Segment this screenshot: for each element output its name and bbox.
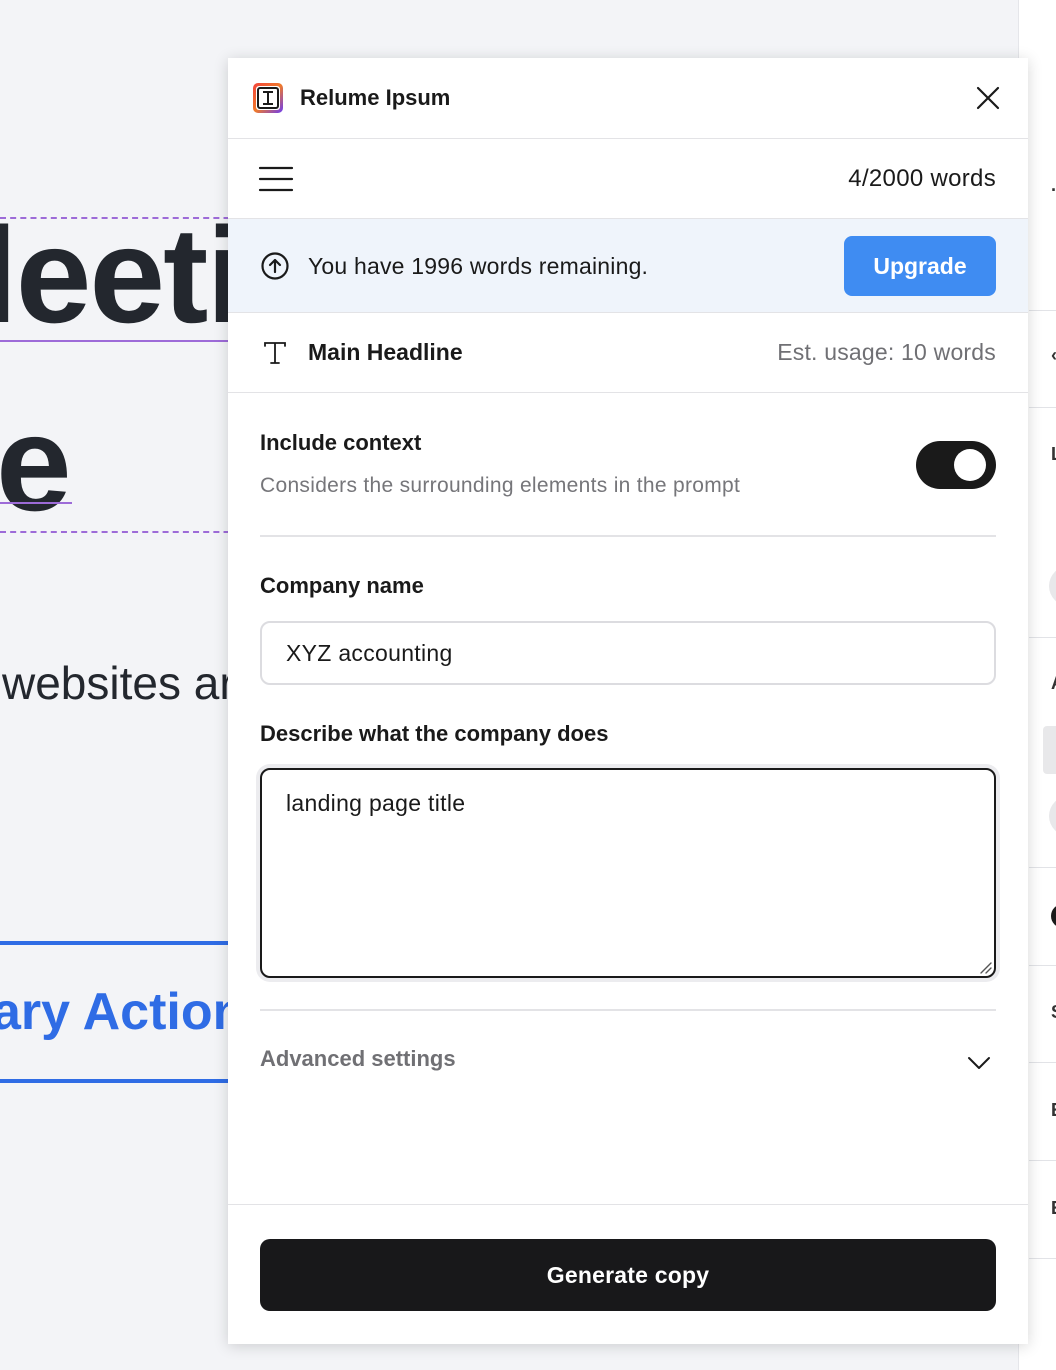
panel-align-chip[interactable] [1043, 726, 1056, 774]
word-count: 4/2000 words [848, 165, 996, 192]
panel-divider [1029, 867, 1056, 868]
company-description-textarea[interactable]: landing page title [260, 768, 996, 978]
toggle-knob [954, 449, 986, 481]
company-name-label: Company name [260, 573, 424, 598]
panel-glyph: L [1051, 444, 1056, 465]
company-name-input[interactable] [260, 621, 996, 685]
close-icon[interactable] [972, 82, 1004, 114]
hamburger-menu-icon[interactable] [258, 164, 294, 194]
section-divider [260, 535, 996, 537]
section-divider [260, 1009, 996, 1011]
panel-divider [1029, 1062, 1056, 1063]
panel-divider [1029, 965, 1056, 966]
dialog-title-bar: Relume Ipsum [228, 58, 1028, 139]
dialog-footer: Generate copy [228, 1204, 1028, 1344]
panel-color-swatch[interactable] [1049, 796, 1056, 836]
words-remaining-text: You have 1996 words remaining. [308, 253, 649, 279]
panel-divider [1029, 1258, 1056, 1259]
canvas-heading-line1[interactable]: leeti [0, 200, 244, 350]
upgrade-button[interactable]: Upgrade [844, 236, 996, 296]
panel-divider [1029, 1160, 1056, 1161]
include-context-title: Include context [260, 430, 422, 455]
panel-divider [1029, 637, 1056, 638]
text-type-icon [264, 342, 286, 364]
dialog-title: Relume Ipsum [300, 85, 451, 110]
canvas-heading-line2[interactable]: e [0, 388, 72, 538]
canvas-text-underline [0, 502, 72, 504]
panel-color-swatch[interactable] [1049, 566, 1056, 606]
panel-glyph: E [1051, 1100, 1056, 1121]
selected-element-row: Main Headline Est. usage: 10 words [228, 313, 1028, 393]
element-type-label: Main Headline [308, 339, 463, 365]
include-context-description: Considers the surrounding elements in th… [260, 474, 741, 497]
relume-ipsum-dialog: Relume Ipsum 4/2000 words You have 1996 … [228, 58, 1028, 1344]
generate-copy-button[interactable]: Generate copy [260, 1239, 996, 1311]
dialog-toolbar: 4/2000 words [228, 139, 1028, 219]
words-remaining-banner: You have 1996 words remaining. Upgrade [228, 219, 1028, 313]
canvas-text-underline [0, 340, 230, 342]
estimated-usage: Est. usage: 10 words [777, 339, 996, 365]
panel-glyph: ‹ [1051, 345, 1056, 366]
panel-glyph: · [1051, 180, 1056, 201]
advanced-settings-toggle[interactable]: Advanced settings [260, 1040, 996, 1084]
panel-divider [1029, 310, 1056, 311]
relume-logo-icon [253, 83, 283, 113]
company-description-label: Describe what the company does [260, 721, 609, 746]
panel-glyph: A [1051, 673, 1056, 694]
include-context-toggle[interactable] [916, 441, 996, 489]
panel-fill-swatch[interactable] [1051, 904, 1056, 928]
arrow-up-circle-icon [261, 252, 289, 280]
advanced-settings-label: Advanced settings [260, 1046, 456, 1071]
canvas-secondary-button-label: ary Action [0, 983, 245, 1041]
panel-divider [1029, 407, 1056, 408]
panel-glyph: E [1051, 1198, 1056, 1219]
canvas-paragraph[interactable]: websites ar [2, 656, 235, 710]
panel-glyph: S [1051, 1002, 1056, 1023]
chevron-down-icon [968, 1057, 990, 1069]
